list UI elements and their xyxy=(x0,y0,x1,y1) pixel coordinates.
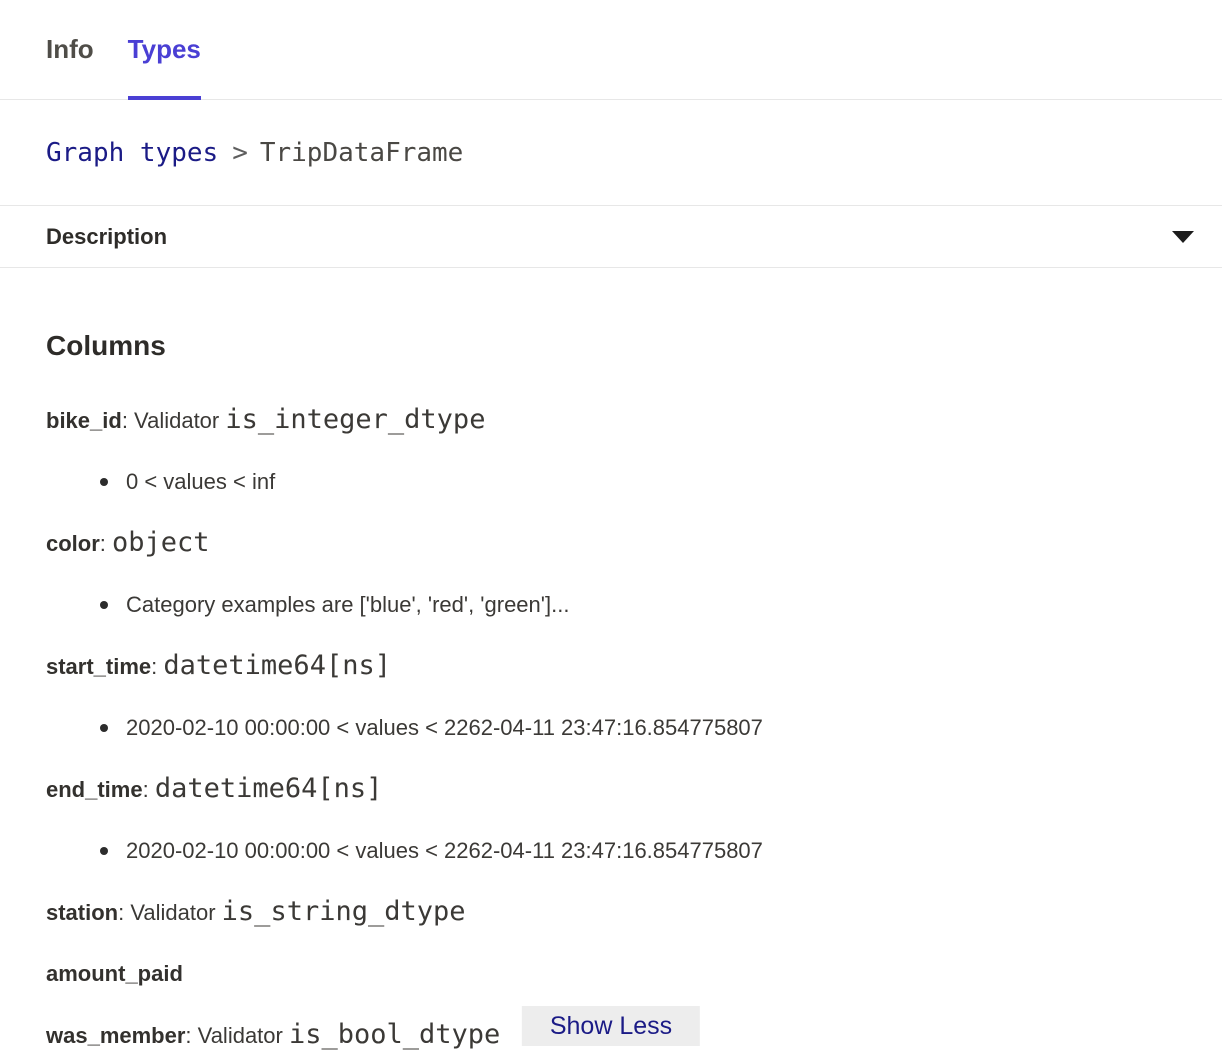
caret-down-icon[interactable] xyxy=(1172,231,1194,243)
column-constraint: 2020-02-10 00:00:00 < values < 2262-04-1… xyxy=(46,837,1176,865)
breadcrumb-separator: > xyxy=(232,138,248,168)
column-name: start_time xyxy=(46,654,151,679)
column-dtype-code: object xyxy=(112,527,210,558)
validator-label: Validator xyxy=(130,900,221,925)
bullet-icon xyxy=(100,724,108,732)
tab-info-label: Info xyxy=(46,34,94,65)
column-definition: start_time: datetime64[ns] xyxy=(46,652,1176,681)
constraint-text: 2020-02-10 00:00:00 < values < 2262-04-1… xyxy=(126,714,763,742)
breadcrumb: Graph types > TripDataFrame xyxy=(0,100,1222,206)
bullet-icon xyxy=(100,478,108,486)
column-dtype-code: is_string_dtype xyxy=(222,896,466,927)
column-name: station xyxy=(46,900,118,925)
column-name: was_member xyxy=(46,1023,185,1048)
tab-info[interactable]: Info xyxy=(46,0,94,99)
column-definition: amount_paid xyxy=(46,960,1176,988)
column-dtype-code: datetime64[ns] xyxy=(163,650,391,681)
column-constraint: 0 < values < inf xyxy=(46,468,1176,496)
breadcrumb-link-graph-types[interactable]: Graph types xyxy=(46,138,218,168)
description-label: Description xyxy=(46,224,167,250)
column-definition: end_time: datetime64[ns] xyxy=(46,775,1176,804)
column-constraint: 2020-02-10 00:00:00 < values < 2262-04-1… xyxy=(46,714,1176,742)
columns-list: bike_id: Validator is_integer_dtype 0 < v… xyxy=(46,406,1176,1050)
column-dtype-code: datetime64[ns] xyxy=(155,773,383,804)
column-definition: bike_id: Validator is_integer_dtype xyxy=(46,406,1176,435)
validator-label: Validator xyxy=(198,1023,289,1048)
bullet-icon xyxy=(100,601,108,609)
column-dtype-code: is_integer_dtype xyxy=(225,404,485,435)
columns-heading: Columns xyxy=(46,330,1176,362)
constraint-text: Category examples are ['blue', 'red', 'g… xyxy=(126,591,569,619)
column-definition: station: Validator is_string_dtype xyxy=(46,898,1176,927)
active-tab-underline xyxy=(128,96,201,100)
breadcrumb-current-page: TripDataFrame xyxy=(260,138,464,168)
tab-types[interactable]: Types xyxy=(128,0,201,99)
show-less-button[interactable]: Show Less xyxy=(522,1006,700,1046)
column-name: color xyxy=(46,531,100,556)
tab-bar: Info Types xyxy=(0,0,1222,100)
validator-label: Validator xyxy=(134,408,225,433)
constraint-text: 0 < values < inf xyxy=(126,468,275,496)
tab-types-label: Types xyxy=(128,34,201,65)
description-section-header[interactable]: Description xyxy=(0,206,1222,268)
column-definition: color: object xyxy=(46,529,1176,558)
column-name: bike_id xyxy=(46,408,122,433)
column-dtype-code: is_bool_dtype xyxy=(289,1019,500,1050)
constraint-text: 2020-02-10 00:00:00 < values < 2262-04-1… xyxy=(126,837,763,865)
columns-section: Columns bike_id: Validator is_integer_dt… xyxy=(0,268,1222,1050)
column-name: end_time xyxy=(46,777,143,802)
column-constraint: Category examples are ['blue', 'red', 'g… xyxy=(46,591,1176,619)
bullet-icon xyxy=(100,847,108,855)
column-name: amount_paid xyxy=(46,961,183,986)
